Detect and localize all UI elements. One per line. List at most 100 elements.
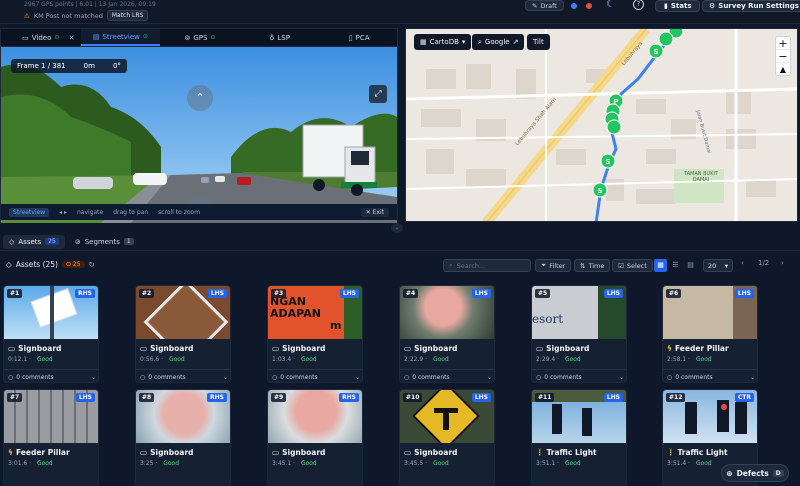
tab-video[interactable]: ▭ Video ⊙ ✕ [1, 29, 81, 46]
close-icon[interactable]: ✕ [69, 34, 75, 42]
comments-count: 0 comments [412, 373, 450, 381]
comment-icon: ○ [272, 373, 278, 381]
asset-number: #11 [535, 393, 555, 402]
tab-gps[interactable]: ⊚ GPS ⊙ [160, 29, 240, 46]
comments-row[interactable]: ○ 0 comments ⌄ [532, 369, 626, 382]
media-tabs: ▭ Video ⊙ ✕ ▤ Streetview ⊙ ⊚ GPS ⊙ ♁ LSP… [1, 29, 399, 47]
side-badge: CTR [734, 393, 754, 402]
side-badge: LHS [603, 289, 623, 298]
compact-view-icon[interactable]: ▤ [684, 259, 697, 272]
asset-number: #8 [139, 393, 155, 402]
filter-icon: ⏷ [541, 261, 547, 269]
side-badge: LHS [471, 289, 491, 298]
warning-icon: ⚠ [24, 11, 30, 20]
list-view-icon[interactable]: ☰ [669, 259, 682, 272]
expand-icon[interactable]: ⤢ [369, 85, 387, 103]
tab-lsp[interactable]: ♁ LSP [240, 29, 320, 46]
prev-page-icon[interactable]: ‹ [741, 259, 744, 267]
stats-button[interactable]: ▮ Stats [655, 0, 701, 12]
alert-dot-icon[interactable] [586, 3, 592, 9]
condition-badge: Good [432, 460, 449, 467]
signboard-icon: ▭ [8, 344, 16, 353]
condition-badge: Good [695, 460, 712, 467]
help-icon[interactable]: ? [633, 0, 644, 10]
zoom-in-button[interactable]: + [776, 37, 790, 50]
assets-toolbar: ◇ Assets (25) ⊙ 25 ↻ ⌕ ⏷ Filter ⇅ Time ☑… [0, 256, 800, 274]
asset-card[interactable]: #6 LHS ϟ Feeder Pillar 2:58.1 · Good ○ 0 c… [662, 285, 758, 383]
map-panel[interactable]: SPSS Lebuhraya Shah Alam Lebuhraya TAMAN… [405, 28, 798, 222]
signboard-icon: ▭ [404, 344, 412, 353]
tab-segments[interactable]: ⊘ Segments 1 [69, 235, 140, 249]
survey-run-settings-button[interactable]: ⚙ Survey Run Settings [702, 0, 800, 12]
signboard-icon: ▭ [140, 448, 148, 457]
asset-card[interactable]: esort #5 LHS ▭ Signboard 2:29.4 · Good ○ 0… [531, 285, 627, 383]
settings-label: Survey Run Settings [718, 2, 799, 10]
tab-pca[interactable]: ▯ PCA [319, 29, 399, 46]
asset-card[interactable]: #7 LHS ϟ Feeder Pillar 3:01.6 · Good [3, 389, 99, 486]
checkbox-icon: ☑ [618, 261, 624, 270]
refresh-icon[interactable]: ↻ [89, 260, 95, 269]
asset-card[interactable]: NGAN ADAPAN m #3 LHS ▭ Signboard 1:03.4 ·… [267, 285, 363, 383]
asset-meta: 0:56.6 · Good [140, 356, 185, 363]
km-post-text: KM Post not matched [33, 11, 103, 20]
asset-card[interactable]: #4 LHS ▭ Signboard 2:22.9 · Good ○ 0 comme… [399, 285, 495, 383]
condition-badge: Good [564, 460, 581, 467]
panel-splitter-handle[interactable]: ⌄ [391, 223, 403, 233]
select-button[interactable]: ☑ Select [612, 259, 653, 272]
basemap-select[interactable]: ▦ CartoDB ▾ [414, 34, 472, 50]
side-badge: LHS [603, 393, 623, 402]
comment-icon: ○ [667, 373, 673, 381]
asset-card[interactable]: #2 LHS ▭ Signboard 0:56.6 · Good ○ 0 comme… [135, 285, 231, 383]
asset-card[interactable]: #9 RHS ▭ Signboard 3:45.1 · Good [267, 389, 363, 486]
match-lrs-button[interactable]: Match LRS [106, 10, 149, 21]
status-dot-icon[interactable] [571, 3, 577, 9]
asset-card[interactable]: #11 LHS ⋮ Traffic Light 3:51.1 · Good [531, 389, 627, 486]
asset-type: Signboard [282, 448, 326, 457]
asset-title: ϟ Feeder Pillar [8, 448, 70, 457]
tab-label: Segments [84, 237, 120, 246]
tab-label: PCA [355, 33, 370, 42]
comments-row[interactable]: ○ 0 comments ⌄ [400, 369, 494, 382]
draft-badge[interactable]: ✎ Draft [525, 0, 564, 11]
check-icon: ⊙ [54, 34, 60, 41]
tab-assets[interactable]: ◇ Assets 25 [3, 234, 65, 249]
tab-count: 1 [123, 238, 134, 245]
asset-card[interactable]: #8 RHS ▭ Signboard 3:25 · Good [135, 389, 231, 486]
comments-row[interactable]: ○ 0 comments ⌄ [136, 369, 230, 382]
asset-card[interactable]: #1 RHS ▭ Signboard 0:12.1 · Good ○ 0 comme… [3, 285, 99, 383]
move-forward-button[interactable]: ⌃ [187, 85, 213, 111]
comments-row[interactable]: ○ 0 comments ⌄ [663, 369, 757, 382]
exit-label: Exit [372, 208, 384, 216]
asset-type: Signboard [150, 448, 194, 457]
asset-type: Traffic Light [546, 448, 597, 457]
comments-row[interactable]: ○ 0 comments ⌄ [268, 369, 362, 382]
arrow-keys-icon: ◂ ▸ [59, 208, 67, 216]
search-input[interactable] [456, 261, 517, 270]
asset-meta: 3:51.4 · Good [667, 460, 712, 467]
page-size-select[interactable]: 20 ▾ [703, 259, 733, 272]
sort-time-button[interactable]: ⇅ Time [574, 259, 611, 272]
theme-moon-icon[interactable]: ☾ [606, 0, 615, 10]
compass-icon[interactable]: ▲ [776, 63, 790, 76]
run-meta: 2967 GPS points | 6:01 | 13 Jan 2026, 09… [24, 1, 156, 8]
streetview-chip[interactable]: Streetview [9, 207, 50, 217]
condition-badge: Good [564, 356, 581, 363]
defects-button[interactable]: ⊛ Defects D [721, 464, 789, 482]
next-page-icon[interactable]: › [781, 259, 784, 267]
comments-row[interactable]: ○ 0 comments ⌄ [4, 369, 98, 382]
zoom-out-button[interactable]: − [776, 50, 790, 63]
tab-streetview[interactable]: ▤ Streetview ⊙ [80, 29, 161, 46]
grid-view-icon[interactable]: ▦ [654, 259, 667, 272]
filter-button[interactable]: ⏷ Filter [535, 259, 572, 272]
chevron-down-icon: ⌄ [486, 373, 492, 381]
streetview-scene[interactable]: Frame 1 / 381 0m 0° ⌃ ⌄ ⤢ [1, 47, 397, 223]
tilt-button[interactable]: Tilt [527, 34, 550, 50]
warning-count-badge[interactable]: ⊙ 25 [61, 261, 85, 268]
comments-count: 0 comments [280, 373, 318, 381]
google-link-button[interactable]: ⌕ Google ↗ [472, 34, 525, 50]
asset-card[interactable]: #10 LHS ▭ Signboard 3:45.5 · Good [399, 389, 495, 486]
asset-number: #2 [139, 289, 155, 298]
google-label: Google [484, 38, 510, 46]
exit-button[interactable]: ✕ Exit [360, 207, 389, 217]
tab-label: GPS [193, 33, 208, 42]
